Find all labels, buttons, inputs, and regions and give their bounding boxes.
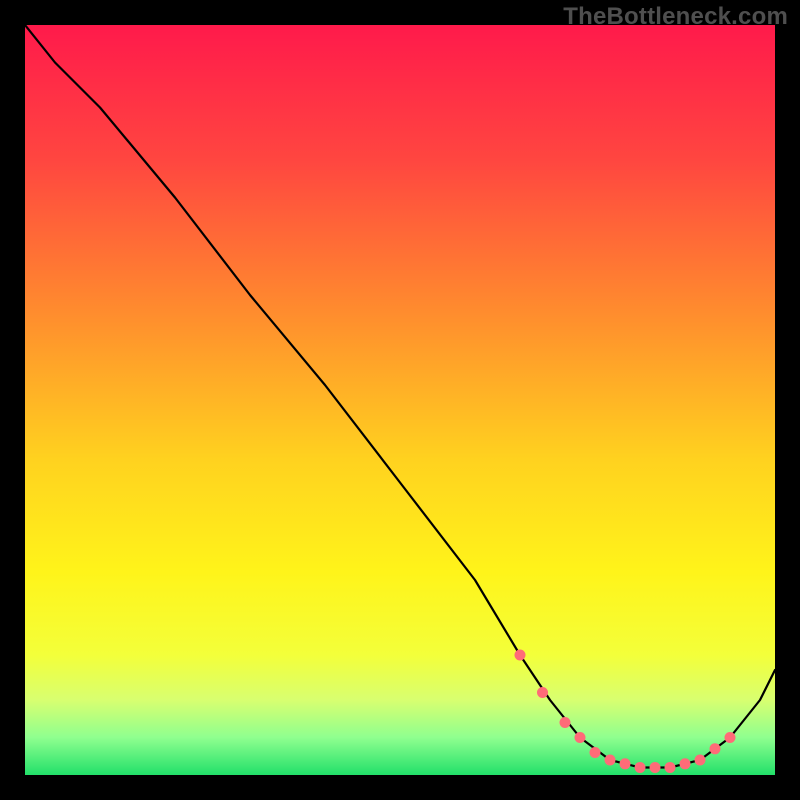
optimal-marker-dot xyxy=(695,755,706,766)
optimal-marker-dot xyxy=(605,755,616,766)
gradient-background xyxy=(25,25,775,775)
chart-frame: TheBottleneck.com xyxy=(0,0,800,800)
optimal-marker-dot xyxy=(560,717,571,728)
optimal-marker-dot xyxy=(590,747,601,758)
optimal-marker-dot xyxy=(537,687,548,698)
optimal-marker-dot xyxy=(635,762,646,773)
optimal-marker-dot xyxy=(680,758,691,769)
optimal-marker-dot xyxy=(725,732,736,743)
optimal-marker-dot xyxy=(650,762,661,773)
optimal-marker-dot xyxy=(515,650,526,661)
optimal-marker-dot xyxy=(665,762,676,773)
optimal-marker-dot xyxy=(710,743,721,754)
optimal-marker-dot xyxy=(620,758,631,769)
optimal-marker-dot xyxy=(575,732,586,743)
watermark-text: TheBottleneck.com xyxy=(563,3,788,31)
bottleneck-chart xyxy=(25,25,775,775)
